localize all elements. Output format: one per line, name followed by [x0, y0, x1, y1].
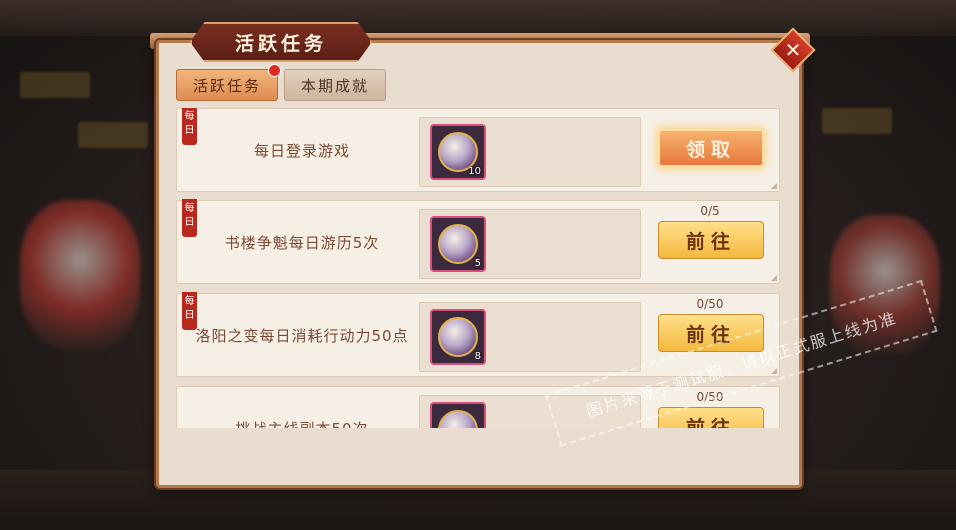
background-top-bar — [0, 0, 956, 36]
background-decor — [78, 122, 148, 148]
background-decor — [822, 108, 892, 134]
background-decor — [20, 72, 90, 98]
tab-period-achievements[interactable]: 本期成就 — [284, 69, 386, 101]
corner-decor — [771, 275, 777, 281]
task-progress: 0/50 — [696, 297, 724, 311]
task-progress: 0/5 — [700, 204, 720, 218]
button-label: 前往 — [685, 416, 736, 429]
reward-item-icon — [438, 410, 478, 428]
reward-count: 8 — [474, 351, 481, 362]
task-name: 每日登录游戏 — [253, 142, 350, 160]
button-label: 领取 — [685, 138, 736, 161]
reward-count: 10 — [468, 166, 481, 177]
task-row: 每日 每日登录游戏 10 领取 — [176, 108, 780, 192]
tab-active-tasks[interactable]: 活跃任务 — [176, 69, 278, 101]
dialog-title: 活跃任务 — [234, 32, 327, 55]
reward-item[interactable]: 5 — [430, 216, 486, 272]
reward-item[interactable] — [430, 402, 486, 428]
reward-box: 5 — [419, 209, 641, 279]
reward-box: 10 — [419, 117, 641, 187]
tab-label: 活跃任务 — [192, 76, 261, 95]
claim-button[interactable]: 领取 — [658, 129, 764, 167]
close-icon: ✕ — [784, 38, 802, 62]
task-name: 洛阳之变每日消耗行动力50点 — [195, 327, 409, 345]
dialog-title-plaque: 活跃任务 — [190, 22, 372, 62]
corner-decor — [771, 183, 777, 189]
task-name: 书楼争魁每日游历5次 — [224, 234, 380, 252]
reward-count: 5 — [474, 258, 481, 269]
reward-item-icon — [438, 224, 478, 264]
go-button[interactable]: 前往 — [658, 221, 764, 259]
notification-dot — [268, 64, 281, 77]
task-name: 挑战主线副本50次 — [187, 409, 417, 428]
button-label: 前往 — [685, 230, 736, 253]
reward-item[interactable]: 10 — [430, 124, 486, 180]
reward-item[interactable]: 8 — [430, 309, 486, 365]
tab-label: 本期成就 — [300, 76, 369, 95]
task-row: 每日 书楼争魁每日游历5次 5 0/5 前往 — [176, 199, 780, 284]
background-character-left — [20, 200, 140, 350]
reward-box: 8 — [419, 302, 641, 372]
reward-item-icon — [438, 317, 478, 357]
